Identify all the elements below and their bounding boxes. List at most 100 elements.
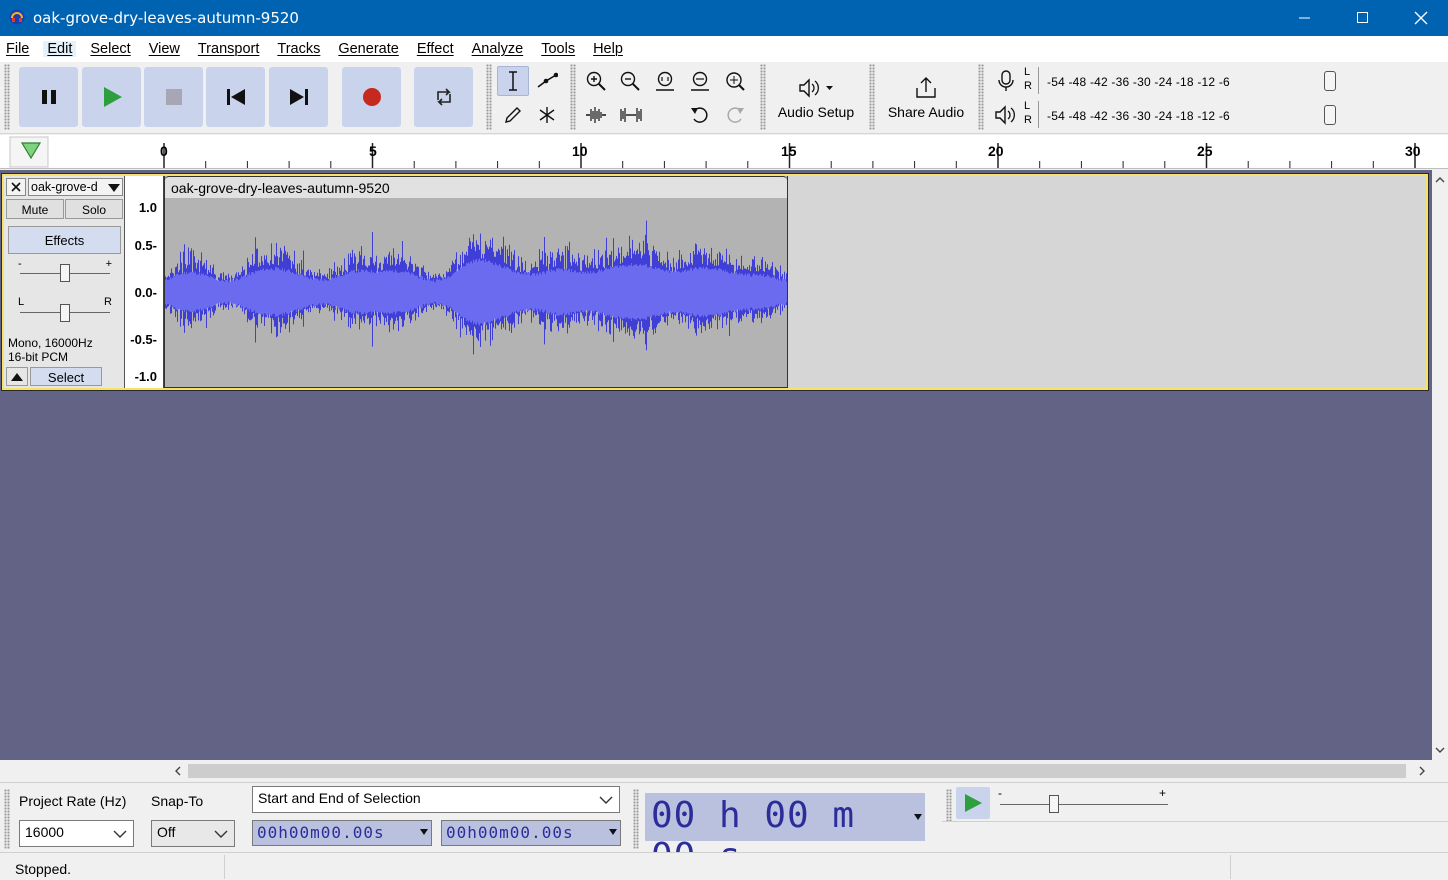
selection-end-time[interactable]: 00h00m00.00s — [441, 820, 621, 846]
zoom-toggle-button[interactable] — [719, 66, 751, 96]
playback-meter-button[interactable] — [992, 101, 1020, 129]
menu-generate[interactable]: Generate — [334, 41, 402, 57]
undo-button[interactable] — [684, 100, 716, 130]
record-button[interactable] — [342, 67, 401, 127]
menu-view[interactable]: View — [145, 41, 184, 57]
mute-button[interactable]: Mute — [6, 199, 64, 219]
fit-selection-button[interactable] — [649, 66, 681, 96]
track-area[interactable]: oak-grove-d Mute Solo Effects - + L R Mo… — [0, 170, 1432, 760]
record-icon — [362, 88, 381, 106]
silence-audio-button[interactable] — [615, 100, 647, 130]
zoom-in-button[interactable] — [580, 66, 612, 96]
zoom-out-button[interactable] — [614, 66, 646, 96]
loop-icon — [436, 88, 451, 106]
toolbar-grip[interactable] — [760, 64, 766, 130]
selection-mode-dropdown[interactable]: Start and End of Selection — [252, 786, 620, 813]
stop-button[interactable] — [144, 67, 203, 127]
play-at-speed-button[interactable] — [956, 787, 990, 819]
audacity-app-icon — [9, 9, 25, 25]
pause-button[interactable] — [19, 67, 78, 127]
effects-button[interactable]: Effects — [8, 226, 121, 254]
menu-select[interactable]: Select — [86, 41, 134, 57]
horizontal-scroll-thumb[interactable] — [188, 764, 1406, 778]
menu-edit[interactable]: Edit — [43, 41, 77, 57]
pan-slider[interactable]: L R — [16, 296, 114, 324]
gain-slider[interactable]: - + — [16, 258, 114, 286]
triangle-up-icon — [11, 372, 23, 381]
menu-file[interactable]: File — [2, 41, 33, 57]
scroll-right-icon[interactable] — [1414, 763, 1430, 779]
toolbar-grip[interactable] — [869, 64, 875, 130]
menu-transport[interactable]: Transport — [194, 41, 264, 57]
minimize-button[interactable] — [1276, 0, 1334, 36]
menu-effect[interactable]: Effect — [413, 41, 458, 57]
timeline-ruler[interactable]: 0 5 10 15 20 25 30 — [0, 135, 1448, 169]
title-bar: oak-grove-dry-leaves-autumn-9520 — [0, 0, 1448, 36]
toolbar-grip[interactable] — [486, 64, 492, 130]
toolbar-grip[interactable] — [633, 789, 639, 849]
record-level-knob[interactable] — [1324, 71, 1336, 91]
audio-setup-button[interactable]: Audio Setup — [770, 65, 862, 131]
ruler-label: 30 — [1405, 143, 1421, 159]
menu-help[interactable]: Help — [589, 41, 627, 57]
project-rate-dropdown[interactable]: 16000 — [19, 820, 134, 847]
multi-tool-button[interactable] — [531, 100, 563, 130]
speed-thumb[interactable] — [1049, 795, 1059, 813]
playback-level-knob[interactable] — [1324, 105, 1336, 125]
playback-speed-slider[interactable]: - + — [996, 786, 1172, 817]
meter-scale-numbers: -54 -48 -42 -36 -30 -24 -18 -12 -6 — [1047, 109, 1230, 123]
trim-audio-button[interactable] — [580, 100, 612, 130]
envelope-tool-button[interactable] — [531, 66, 563, 96]
selection-start-time[interactable]: 00h00m00.00s — [252, 820, 432, 846]
horizontal-scrollbar[interactable] — [168, 760, 1432, 782]
pan-thumb[interactable] — [60, 304, 70, 322]
project-rate-label: Project Rate (Hz) — [19, 793, 127, 809]
skip-to-end-button[interactable] — [269, 67, 328, 127]
close-icon — [1414, 11, 1428, 25]
close-window-button[interactable] — [1392, 0, 1448, 36]
vertical-scrollbar[interactable] — [1432, 170, 1448, 760]
ruler-label: 25 — [1197, 143, 1213, 159]
toolbar-grip[interactable] — [946, 789, 952, 821]
snap-to-dropdown[interactable]: Off — [151, 820, 235, 847]
scroll-down-icon[interactable] — [1432, 742, 1448, 758]
menu-tools[interactable]: Tools — [537, 41, 579, 57]
audio-clip[interactable]: oak-grove-dry-leaves-autumn-9520 — [164, 176, 788, 388]
record-meter-button[interactable] — [992, 67, 1020, 95]
speaker-icon — [995, 105, 1015, 125]
toolbar-grip[interactable] — [570, 64, 576, 130]
skip-to-start-button[interactable] — [206, 67, 265, 127]
draw-tool-button[interactable] — [497, 100, 529, 130]
toolbar-grip[interactable] — [978, 64, 984, 130]
gain-thumb[interactable] — [60, 264, 70, 282]
record-meter[interactable]: L R -54 -48 -42 -36 -30 -24 -18 -12 -6 — [1024, 66, 1336, 94]
playback-meter[interactable]: L R -54 -48 -42 -36 -30 -24 -18 -12 -6 — [1024, 100, 1336, 128]
play-head-triangle-icon[interactable] — [20, 141, 42, 161]
silence-icon — [620, 108, 642, 122]
amplitude-ruler[interactable]: 1.0 0.5- 0.0- -0.5- -1.0 — [125, 176, 164, 388]
track-close-button[interactable] — [6, 178, 26, 196]
status-divider — [224, 855, 225, 879]
scroll-left-icon[interactable] — [170, 763, 186, 779]
menu-tracks[interactable]: Tracks — [273, 41, 324, 57]
track-name-menu[interactable]: oak-grove-d — [28, 178, 123, 196]
toolbar-grip[interactable] — [4, 64, 10, 130]
scroll-up-icon[interactable] — [1432, 172, 1448, 188]
pencil-icon — [505, 107, 521, 123]
maximize-button[interactable] — [1334, 0, 1392, 36]
audio-track[interactable]: oak-grove-d Mute Solo Effects - + L R Mo… — [1, 173, 1429, 391]
collapse-track-button[interactable] — [6, 367, 28, 386]
toolbar-grip[interactable] — [4, 789, 10, 849]
loop-button[interactable] — [414, 67, 473, 127]
chevron-down-icon — [108, 184, 120, 192]
ruler-ticks — [9, 136, 1416, 168]
play-button[interactable] — [82, 67, 141, 127]
fit-project-button[interactable] — [684, 66, 716, 96]
share-audio-button[interactable]: Share Audio — [880, 65, 972, 131]
menu-analyze[interactable]: Analyze — [468, 41, 528, 57]
selection-tool-button[interactable] — [497, 66, 529, 96]
solo-button[interactable]: Solo — [65, 199, 123, 219]
clip-header[interactable]: oak-grove-dry-leaves-autumn-9520 — [165, 176, 787, 198]
time-display[interactable]: 00 h 00 m 00 s — [645, 793, 925, 877]
select-track-button[interactable]: Select — [30, 367, 102, 386]
